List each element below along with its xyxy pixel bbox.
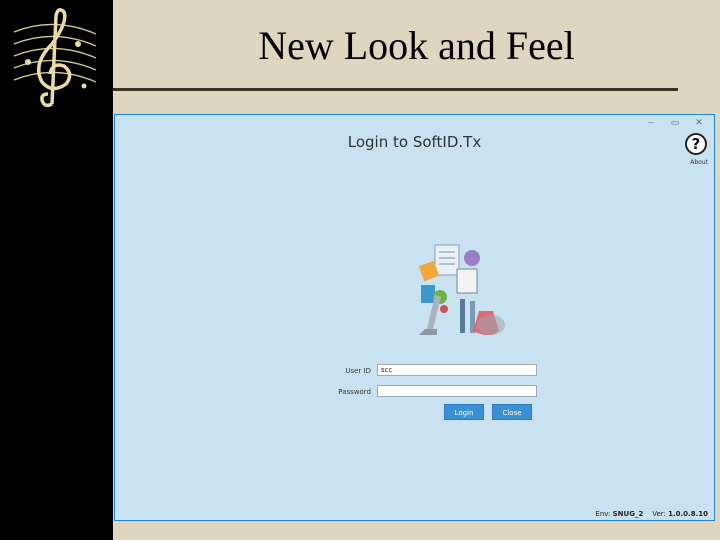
login-window: ‒ ▭ ✕ Login to SoftID.Tx ? About User ID…: [114, 114, 715, 521]
password-input[interactable]: [377, 385, 537, 397]
login-heading: Login to SoftID.Tx: [347, 133, 482, 151]
close-icon[interactable]: ✕: [692, 117, 706, 129]
title-divider: [113, 88, 678, 91]
science-illustration-icon: [418, 244, 505, 335]
ver-label: Ver:: [652, 510, 666, 518]
help-icon[interactable]: ?: [685, 133, 707, 155]
env-value: SNUG_2: [612, 510, 644, 518]
password-label: Password: [338, 388, 371, 396]
minimize-icon[interactable]: ‒: [644, 117, 658, 129]
about-label[interactable]: About: [690, 159, 708, 166]
window-controls: ‒ ▭ ✕: [644, 117, 706, 129]
slide-title: New Look and Feel: [258, 23, 575, 68]
user-id-input[interactable]: scc: [377, 364, 537, 376]
ver-value: 1.0.0.8.10: [668, 510, 708, 518]
close-button[interactable]: Close: [492, 404, 532, 420]
left-sidebar-band: [0, 0, 113, 540]
login-button[interactable]: Login: [444, 404, 484, 420]
treble-clef-logo-icon: [13, 8, 97, 108]
maximize-icon[interactable]: ▭: [668, 117, 682, 129]
user-id-label: User ID: [345, 367, 371, 375]
env-label: Env:: [595, 510, 611, 518]
version-footer: Env: SNUG_2 Ver: 1.0.0.8.10: [595, 510, 708, 518]
